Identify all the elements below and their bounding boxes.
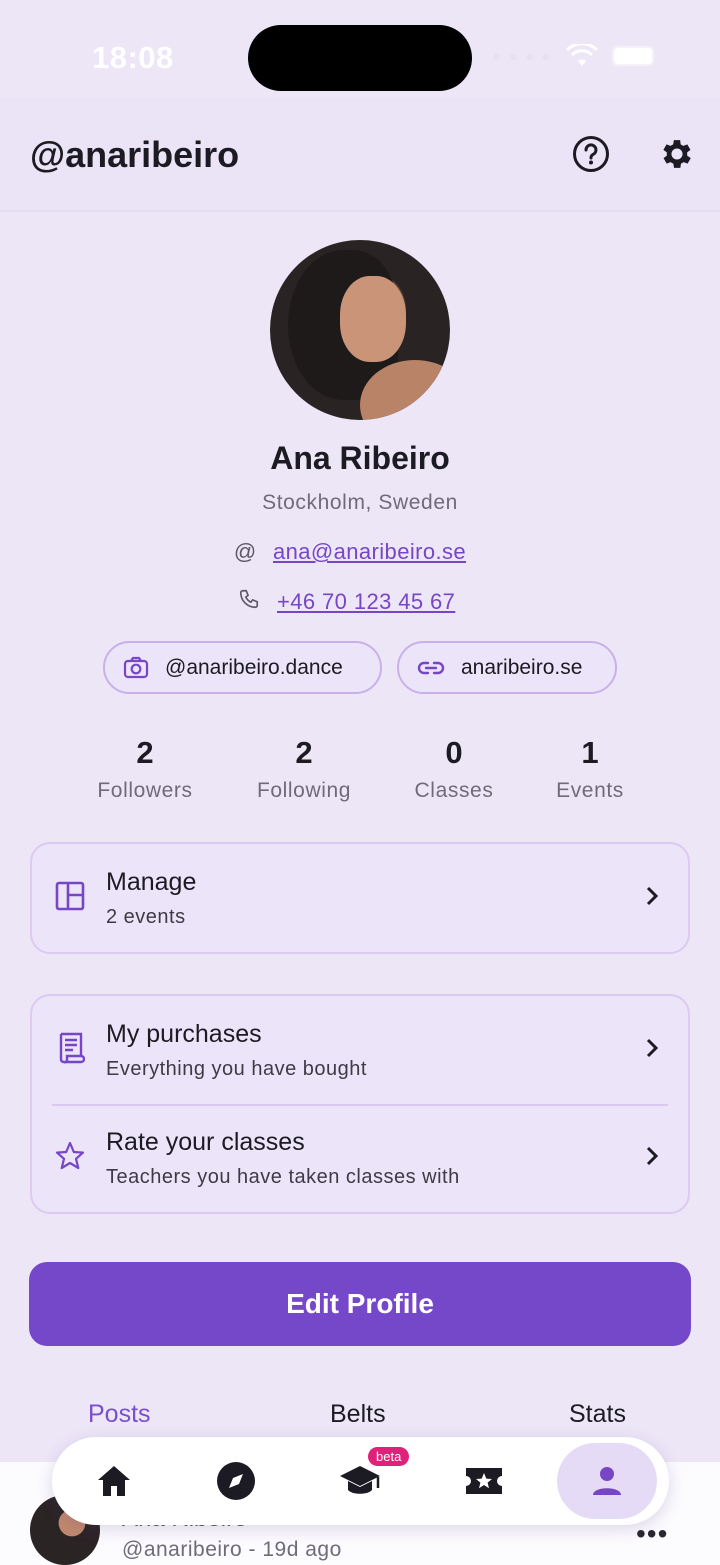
at-sign-icon: @ bbox=[233, 539, 257, 564]
stat-label: Classes bbox=[414, 779, 494, 802]
status-time: 18:08 bbox=[92, 40, 174, 75]
purchases-title: My purchases bbox=[106, 1020, 262, 1048]
manage-row[interactable]: Manage 2 events bbox=[32, 844, 688, 952]
manage-title: Manage bbox=[106, 868, 197, 896]
battery-icon bbox=[612, 46, 654, 66]
stat-value: 2 bbox=[295, 735, 313, 770]
tab-posts[interactable]: Posts bbox=[88, 1400, 151, 1429]
profile-handle: @anaribeiro bbox=[30, 134, 240, 175]
phone-link[interactable]: +46 70 123 45 67 bbox=[277, 589, 455, 615]
instagram-handle: @anaribeiro.dance bbox=[165, 655, 343, 679]
compass-icon[interactable] bbox=[212, 1457, 260, 1505]
phone-row: +46 70 123 45 67 bbox=[237, 588, 455, 616]
stat-following[interactable]: 2 Following bbox=[234, 735, 374, 803]
help-icon[interactable] bbox=[571, 134, 611, 174]
camera-icon bbox=[123, 656, 149, 678]
stat-label: Following bbox=[256, 779, 352, 802]
dashboard-icon bbox=[54, 880, 86, 912]
rate-subtitle: Teachers you have taken classes with bbox=[106, 1166, 460, 1188]
website-link: anaribeiro.se bbox=[461, 655, 583, 679]
instagram-chip[interactable]: @anaribeiro.dance bbox=[103, 641, 382, 694]
status-bar: 18:08 ● ● ● ● bbox=[0, 0, 720, 110]
more-options-icon[interactable]: ••• bbox=[636, 1518, 668, 1550]
chevron-right-icon bbox=[646, 1038, 659, 1058]
cellular-signal-icon: ● ● ● ● bbox=[492, 48, 552, 64]
person-icon[interactable] bbox=[557, 1443, 657, 1519]
my-purchases-row[interactable]: My purchases Everything you have bought bbox=[32, 996, 688, 1104]
star-icon bbox=[54, 1140, 86, 1172]
bottom-navigation: beta bbox=[52, 1437, 669, 1525]
top-app-bar: @anaribeiro bbox=[0, 98, 720, 212]
settings-gear-icon[interactable] bbox=[657, 134, 697, 174]
stat-value: 1 bbox=[581, 735, 599, 770]
chevron-right-icon bbox=[646, 1146, 659, 1166]
tab-stats[interactable]: Stats bbox=[569, 1400, 626, 1429]
account-actions-card: My purchases Everything you have bought … bbox=[30, 994, 690, 1214]
phone-icon bbox=[237, 588, 261, 616]
stat-classes[interactable]: 0 Classes bbox=[384, 735, 524, 803]
edit-profile-button[interactable]: Edit Profile bbox=[29, 1262, 691, 1346]
email-row: @ ana@anaribeiro.se bbox=[233, 539, 466, 565]
stat-followers[interactable]: 2 Followers bbox=[75, 735, 215, 803]
purchases-subtitle: Everything you have bought bbox=[106, 1058, 367, 1080]
website-chip[interactable]: anaribeiro.se bbox=[397, 641, 617, 694]
rate-title: Rate your classes bbox=[106, 1128, 305, 1156]
profile-name: Ana Ribeiro bbox=[270, 440, 450, 476]
tab-belts[interactable]: Belts bbox=[330, 1400, 386, 1429]
stat-value: 2 bbox=[136, 735, 154, 770]
home-icon[interactable] bbox=[90, 1457, 138, 1505]
profile-avatar[interactable] bbox=[270, 240, 450, 420]
post-meta: @anaribeiro - 19d ago bbox=[122, 1538, 342, 1561]
manage-subtitle: 2 events bbox=[106, 906, 186, 928]
stat-label: Events bbox=[556, 779, 624, 802]
stat-label: Followers bbox=[97, 779, 193, 802]
manage-card[interactable]: Manage 2 events bbox=[30, 842, 690, 954]
link-icon bbox=[417, 661, 445, 674]
profile-location: Stockholm, Sweden bbox=[262, 491, 458, 514]
ticket-star-icon[interactable] bbox=[460, 1457, 508, 1505]
rate-classes-row[interactable]: Rate your classes Teachers you have take… bbox=[32, 1104, 688, 1212]
email-link[interactable]: ana@anaribeiro.se bbox=[273, 539, 466, 565]
status-icons: ● ● ● ● bbox=[492, 44, 654, 68]
receipt-icon bbox=[54, 1032, 86, 1064]
chevron-right-icon bbox=[646, 886, 659, 906]
beta-badge: beta bbox=[368, 1447, 410, 1466]
dynamic-island bbox=[248, 25, 472, 91]
stat-value: 0 bbox=[445, 735, 463, 770]
wifi-icon bbox=[566, 44, 598, 66]
stat-events[interactable]: 1 Events bbox=[520, 735, 660, 803]
